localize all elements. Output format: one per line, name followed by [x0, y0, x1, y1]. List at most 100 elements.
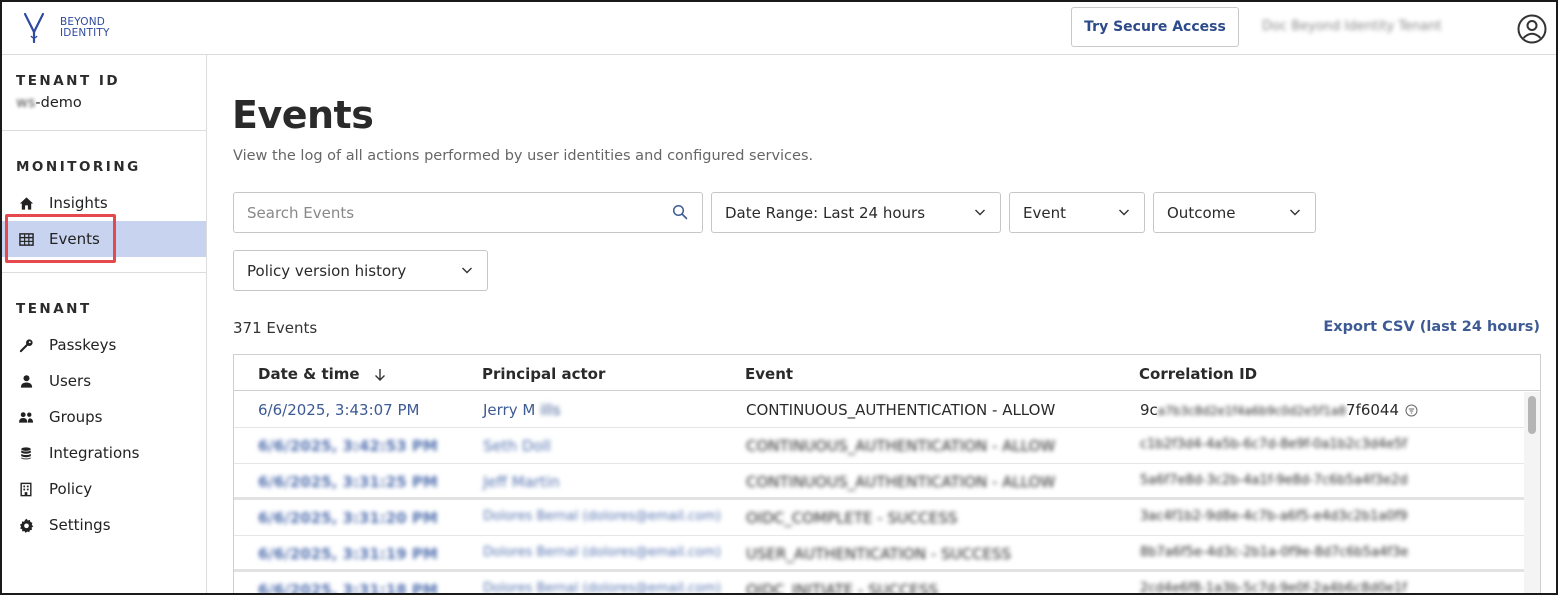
main-content: Events View the log of all actions perfo…: [208, 55, 1556, 595]
row-actor-link[interactable]: Dolores Bernal (dolores@email.com): [483, 581, 721, 593]
search-placeholder: Search Events: [247, 203, 355, 222]
row-date-link[interactable]: 6/6/2025, 3:31:20 PM: [258, 509, 438, 527]
row-correlation-id: 3ac4f1b2-9d8e-4c7b-a6f5-e4d3c2b1a0f9: [1140, 509, 1408, 524]
row-correlation-id: c1b2f3d4-4a5b-6c7d-8e9f-0a1b2c3d4e5f: [1140, 437, 1408, 452]
table-row[interactable]: 6/6/2025, 3:31:18 PM Dolores Bernal (dol…: [234, 572, 1524, 595]
table-row[interactable]: 6/6/2025, 3:31:20 PM Dolores Bernal (dol…: [234, 500, 1524, 536]
correlation-id-end: 7f6044: [1346, 401, 1399, 419]
app-window: BEYOND IDENTITY Try Secure Access Doc Be…: [0, 0, 1558, 595]
row-correlation-id: 8b7a6f5e-4d3c-2b1a-0f9e-8d7c6b5a4f3e: [1140, 545, 1409, 560]
database-icon: [18, 445, 34, 461]
row-event: USER_AUTHENTICATION - SUCCESS: [746, 545, 1011, 563]
tenant-id-suffix: -demo: [35, 95, 82, 111]
table-row[interactable]: 6/6/2025, 3:43:07 PM Jerry M ills CONTIN…: [234, 392, 1524, 428]
sidebar-item-label: Groups: [49, 408, 103, 426]
sidebar-item-passkeys[interactable]: Passkeys: [2, 327, 206, 363]
sidebar-item-users[interactable]: Users: [2, 363, 206, 399]
event-dropdown[interactable]: Event: [1009, 192, 1145, 233]
policy-history-label: Policy version history: [247, 261, 407, 280]
sidebar-divider: [2, 272, 206, 273]
sidebar-item-groups[interactable]: Groups: [2, 399, 206, 435]
column-header-date[interactable]: Date & time: [258, 365, 387, 383]
actor-name-hidden: ills: [540, 401, 561, 419]
outcome-dropdown[interactable]: Outcome: [1153, 192, 1316, 233]
chevron-down-icon: [462, 267, 472, 274]
user-icon: [18, 373, 34, 389]
date-range-dropdown[interactable]: Date Range: Last 24 hours: [711, 192, 1001, 233]
row-actor-link[interactable]: Jeff Martin: [483, 473, 560, 491]
row-date-link[interactable]: 6/6/2025, 3:31:18 PM: [258, 581, 438, 593]
table-header: Date & time Principal actor Event Correl…: [234, 355, 1540, 391]
page-subtitle: View the log of all actions performed by…: [233, 148, 814, 164]
logo-mark-icon: [23, 12, 45, 44]
tenant-id-heading: TENANT ID: [16, 73, 121, 89]
table-row[interactable]: 6/6/2025, 3:31:19 PM Dolores Bernal (dol…: [234, 536, 1524, 572]
row-date-link[interactable]: 6/6/2025, 3:31:25 PM: [258, 473, 438, 491]
sidebar-item-events[interactable]: Events: [2, 221, 206, 257]
tenant-heading: TENANT: [16, 301, 92, 317]
row-event: CONTINUOUS_AUTHENTICATION - ALLOW: [746, 401, 1056, 419]
export-csv-link[interactable]: Export CSV (last 24 hours): [1323, 319, 1540, 335]
chevron-down-icon: [975, 209, 985, 216]
key-icon: [18, 337, 34, 353]
sidebar-item-integrations[interactable]: Integrations: [2, 435, 206, 471]
sidebar-item-label: Insights: [49, 194, 108, 212]
monitoring-heading: MONITORING: [16, 159, 141, 175]
home-icon: [18, 195, 34, 211]
row-actor-link[interactable]: Seth Doll: [483, 437, 551, 455]
column-header-principal[interactable]: Principal actor: [482, 365, 605, 383]
group-icon: [18, 409, 34, 425]
column-header-correlation[interactable]: Correlation ID: [1139, 365, 1257, 383]
sidebar-item-label: Settings: [49, 516, 111, 534]
sidebar: TENANT ID ws-demo MONITORING Insights Ev…: [2, 55, 207, 593]
sidebar-item-insights[interactable]: Insights: [2, 185, 206, 221]
table-scrollbar[interactable]: [1524, 392, 1540, 593]
events-count: 371 Events: [233, 319, 318, 337]
sidebar-item-label: Passkeys: [49, 336, 117, 354]
page-title: Events: [232, 93, 374, 137]
sort-down-icon[interactable]: [373, 368, 387, 382]
table-row[interactable]: 6/6/2025, 3:42:53 PM Seth Doll CONTINUOU…: [234, 428, 1524, 464]
scrollbar-thumb[interactable]: [1528, 396, 1536, 434]
date-range-label: Date Range: Last 24 hours: [725, 203, 926, 222]
tenant-id-prefix: ws: [16, 95, 36, 111]
try-secure-access-button[interactable]: Try Secure Access: [1071, 7, 1239, 47]
row-actor-link[interactable]: Jerry M ills: [483, 401, 560, 419]
table-row[interactable]: 6/6/2025, 3:31:25 PM Jeff Martin CONTINU…: [234, 464, 1524, 500]
outcome-filter-label: Outcome: [1167, 203, 1236, 222]
search-input[interactable]: Search Events: [233, 192, 703, 233]
row-date-link[interactable]: 6/6/2025, 3:43:07 PM: [258, 401, 419, 419]
correlation-id-hidden: a7b3c8d2e1f4a6b9c0d2e5f1a8: [1157, 404, 1346, 418]
row-actor-link[interactable]: Dolores Bernal (dolores@email.com): [483, 545, 721, 560]
actor-name: Jerry M: [483, 401, 536, 419]
top-bar: BEYOND IDENTITY Try Secure Access Doc Be…: [2, 2, 1556, 55]
user-email[interactable]: Doc Beyond Identity Tenant: [1262, 19, 1504, 37]
sidebar-item-label: Events: [49, 230, 100, 248]
sidebar-item-settings[interactable]: Settings: [2, 507, 206, 543]
beyond-identity-logo[interactable]: BEYOND IDENTITY: [22, 12, 110, 44]
logo-text: BEYOND IDENTITY: [60, 17, 110, 39]
filter-icon[interactable]: [1405, 404, 1418, 417]
column-header-event[interactable]: Event: [745, 365, 793, 383]
row-event: CONTINUOUS_AUTHENTICATION - ALLOW: [746, 473, 1056, 491]
correlation-id-start: 9c: [1140, 401, 1158, 419]
column-header-label: Date & time: [258, 365, 360, 383]
search-icon[interactable]: [672, 204, 688, 220]
sidebar-item-label: Integrations: [49, 444, 140, 462]
row-correlation-id: 9ca7b3c8d2e1f4a6b9c0d2e5f1a87f6044: [1140, 401, 1418, 419]
sidebar-item-policy[interactable]: Policy: [2, 471, 206, 507]
sidebar-divider: [2, 130, 206, 131]
row-correlation-id: 2cd4e6f8-1a3b-5c7d-9e0f-2a4b6c8d0e1f: [1140, 581, 1407, 595]
logo-line-2: IDENTITY: [60, 27, 110, 39]
building-icon: [18, 481, 34, 497]
table-icon: [18, 231, 34, 247]
tenant-id-value: ws-demo: [16, 95, 82, 111]
user-avatar-icon[interactable]: [1517, 14, 1547, 44]
row-correlation-id: 5a6f7e8d-3c2b-4a1f-9e8d-7c6b5a4f3e2d: [1140, 473, 1408, 488]
row-date-link[interactable]: 6/6/2025, 3:31:19 PM: [258, 545, 438, 563]
chevron-down-icon: [1290, 209, 1300, 216]
policy-version-history-dropdown[interactable]: Policy version history: [233, 250, 488, 291]
sidebar-item-label: Policy: [49, 480, 93, 498]
row-actor-link[interactable]: Dolores Bernal (dolores@email.com): [483, 509, 721, 524]
row-date-link[interactable]: 6/6/2025, 3:42:53 PM: [258, 437, 438, 455]
